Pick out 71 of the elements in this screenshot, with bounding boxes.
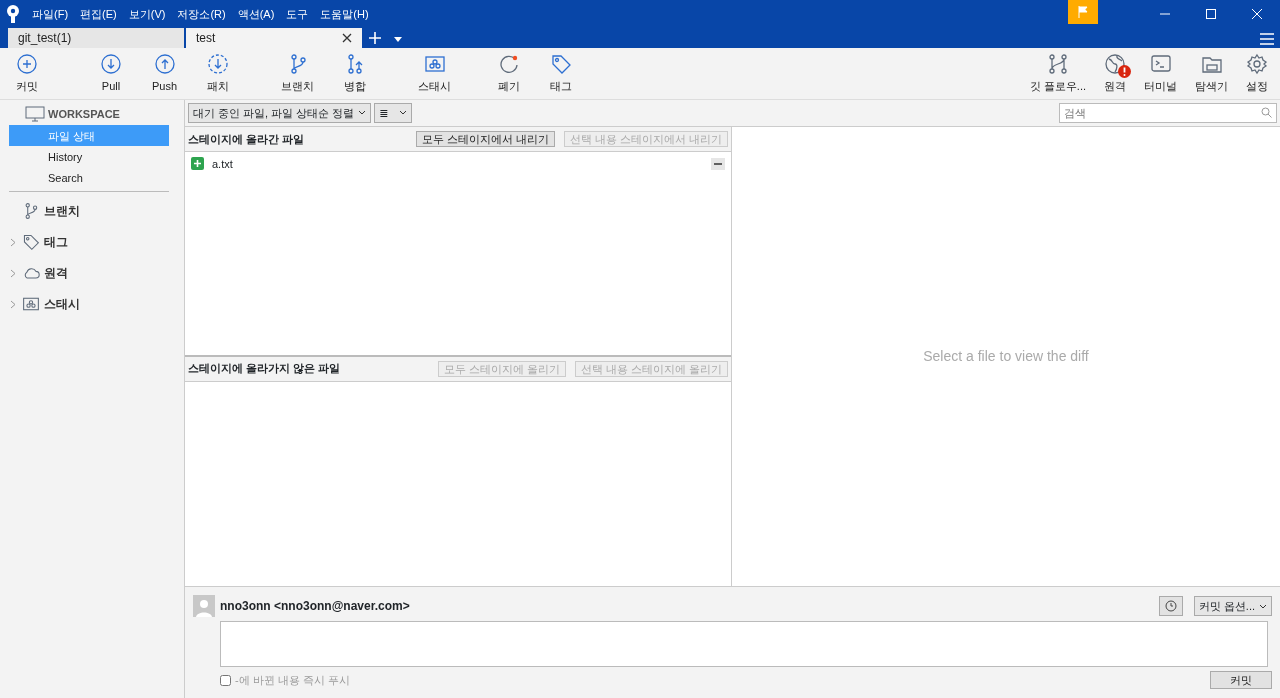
maximize-icon[interactable]	[1206, 9, 1216, 19]
menu-item[interactable]: 도움말(H)	[314, 5, 375, 23]
terminal-icon	[1149, 52, 1172, 75]
flow-icon	[1046, 52, 1069, 75]
sort-dropdown[interactable]: 대기 중인 파일, 파일 상태순 정렬	[188, 102, 372, 123]
close-icon[interactable]	[342, 33, 352, 43]
toolbar-button[interactable]: Pull	[94, 48, 128, 99]
repo-tab[interactable]: test	[186, 28, 362, 48]
menu-item[interactable]: 액션(A)	[231, 5, 281, 23]
menu-item[interactable]: 보기(V)	[122, 5, 172, 23]
sidebar-section[interactable]: 태그	[44, 232, 68, 251]
push-checkbox[interactable]	[220, 674, 231, 686]
file-name[interactable]: a.txt	[212, 155, 703, 173]
caret-icon	[399, 110, 408, 116]
menu-item[interactable]: 도구	[280, 5, 315, 23]
menu-item[interactable]: 파일(F)	[26, 5, 75, 23]
stage-button[interactable]: 모두 스테이지에서 내리기	[415, 130, 555, 147]
toolbar-button[interactable]: 설정	[1240, 48, 1274, 99]
panel-title: 스테이지에 올라간 파일	[188, 131, 306, 147]
diff-view: Select a file to view the diff	[732, 126, 1280, 587]
plus-circle-icon	[16, 52, 38, 75]
search-field[interactable]: 검색	[1059, 102, 1277, 123]
toolbar-button[interactable]: 깃 플로우...	[1023, 48, 1092, 99]
toolbar-button[interactable]: 병합	[338, 48, 373, 99]
app-logo-icon	[6, 5, 20, 23]
up-arrow-circle-icon	[153, 52, 176, 75]
settings-icon	[1246, 52, 1268, 75]
menu-icon[interactable]	[1260, 33, 1274, 45]
toolbar-button[interactable]: 터미널	[1138, 48, 1183, 99]
sidebar-section[interactable]: 스태시	[44, 294, 80, 313]
flag-icon	[1078, 6, 1088, 18]
toolbar-button[interactable]: 스태시	[412, 48, 458, 99]
caret-icon	[358, 110, 367, 116]
clock-icon	[1164, 600, 1177, 613]
commit-button[interactable]: 커밋	[1210, 671, 1272, 690]
sidebar-section[interactable]: 원격	[44, 263, 68, 282]
avatar-icon	[193, 595, 215, 618]
globe-icon	[1104, 52, 1126, 75]
toolbar-button[interactable]: 태그	[544, 48, 579, 99]
sidebar-item[interactable]: History	[9, 146, 169, 168]
unstage-minus-icon[interactable]	[711, 157, 725, 170]
sidebar-item[interactable]: Search	[9, 167, 169, 189]
push-option-label: -에 바뀐 내용 즉시 푸시	[235, 672, 351, 688]
toolbar-button[interactable]: 패치	[201, 48, 236, 99]
commit-message-field[interactable]	[220, 621, 1268, 668]
added-file-icon	[191, 157, 204, 171]
search-icon	[1261, 106, 1272, 118]
toolbar-button[interactable]: 브랜치	[275, 48, 321, 99]
monitor-icon	[25, 106, 45, 123]
toolbar-button[interactable]: 커밋	[10, 48, 44, 99]
menu-item[interactable]: 편집(E)	[74, 5, 123, 23]
toolbar-button[interactable]: 탐색기	[1189, 48, 1234, 99]
tag-icon	[22, 232, 40, 251]
repo-tab[interactable]: git_test(1)	[8, 28, 184, 48]
view-dropdown[interactable]: ≣	[374, 102, 413, 123]
alert-badge-icon	[1118, 64, 1131, 78]
history-button[interactable]	[1158, 596, 1183, 617]
panel-title: 스테이지에 올라가지 않은 파일	[188, 361, 342, 377]
toolbar-button[interactable]: 폐기	[492, 48, 527, 99]
workspace-heading: WORKSPACE	[48, 106, 120, 122]
down-arrow-circle-icon	[100, 52, 122, 75]
commit-options-dropdown[interactable]: 커밋 옵션...	[1193, 596, 1272, 617]
menu-item[interactable]: 저장소(R)	[171, 5, 232, 23]
caret-icon	[1259, 603, 1267, 609]
toolbar-button[interactable]: 원격	[1098, 48, 1132, 99]
author-text: nno3onn <nno3onn@naver.com>	[220, 598, 411, 616]
add-tab-icon[interactable]	[368, 31, 382, 45]
dropdown-caret-icon[interactable]	[394, 37, 402, 42]
tag-icon	[550, 52, 573, 75]
sidebar-section[interactable]: 브랜치	[44, 201, 80, 220]
toolbar-button[interactable]: Push	[146, 48, 184, 99]
